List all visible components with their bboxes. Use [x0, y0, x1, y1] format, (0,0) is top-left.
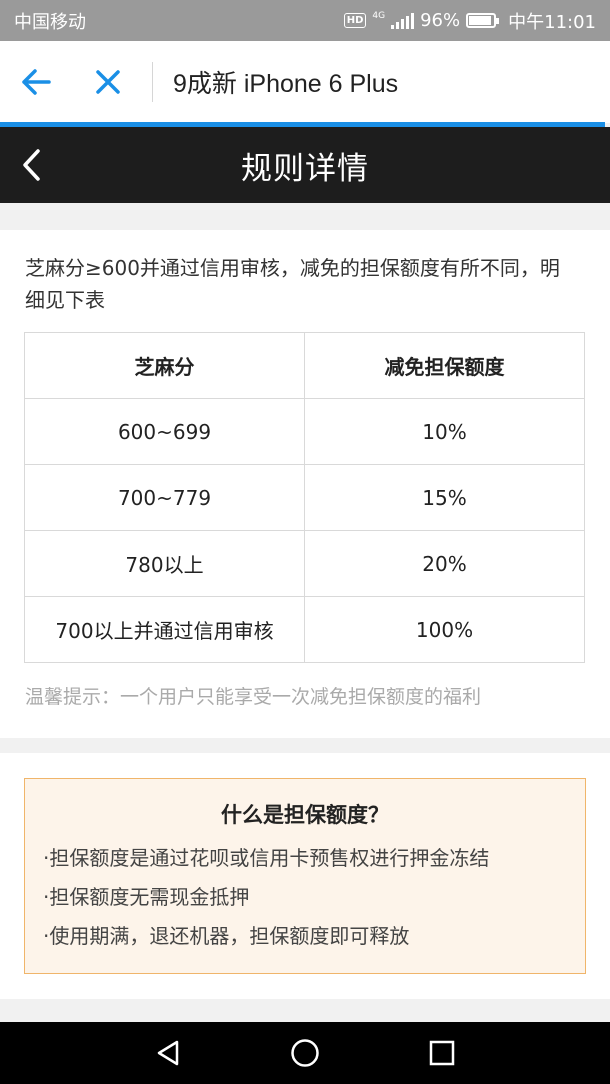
battery-percent: 96% — [420, 10, 461, 31]
home-circle-icon — [291, 1039, 319, 1067]
rules-header: 规则详情 — [0, 127, 610, 203]
chevron-left-icon — [23, 149, 40, 181]
rules-intro: 芝麻分≥600并通过信用审核，减免的担保额度有所不同，明细见下表 — [25, 256, 560, 312]
signal-icon — [391, 12, 415, 29]
tip-text: 温馨提示：一个用户只能享受一次减免担保额度的福利 — [25, 686, 482, 708]
score-cell: 700~779 — [24, 464, 305, 531]
clock: 中午11:01 — [508, 11, 596, 33]
header-back-button[interactable] — [14, 145, 48, 185]
carrier-name: 中国移动 — [14, 11, 86, 33]
arrow-left-icon — [22, 69, 51, 95]
hd-icon: HD — [343, 13, 367, 28]
score-cell: 600~699 — [24, 398, 305, 465]
system-recents-button[interactable] — [412, 1022, 472, 1084]
column-header: 减免担保额度 — [304, 332, 585, 399]
page-title: 9成新 iPhone 6 Plus — [173, 70, 399, 98]
discount-cell: 20% — [304, 530, 585, 597]
header-title: 规则详情 — [241, 150, 369, 187]
rules-card: 芝麻分≥600并通过信用审核，减免的担保额度有所不同，明细见下表 芝麻分 减免担… — [0, 230, 610, 738]
discount-cell: 15% — [304, 464, 585, 531]
browser-toolbar: 9成新 iPhone 6 Plus — [0, 41, 610, 123]
info-list: ·担保额度是通过花呗或信用卡预售权进行押金冻结 ·担保额度无需现金抵押 ·使用期… — [25, 839, 585, 956]
recents-square-icon — [429, 1040, 454, 1066]
status-icons: HD 4G 96% 中午11:01 — [343, 8, 596, 34]
score-cell: 780以上 — [24, 530, 305, 597]
table-row: 700以上并通过信用审核 100% — [24, 596, 585, 663]
back-triangle-icon — [158, 1040, 179, 1066]
info-card: 什么是担保额度？ ·担保额度是通过花呗或信用卡预售权进行押金冻结 ·担保额度无需… — [0, 753, 610, 999]
table-row: 600~699 10% — [24, 398, 585, 465]
browser-close-button[interactable] — [72, 41, 144, 123]
table-row: 780以上 20% — [24, 530, 585, 597]
discount-cell: 10% — [304, 398, 585, 465]
discount-cell: 100% — [304, 596, 585, 663]
status-bar: 中国移动 HD 4G 96% 中午11:01 — [0, 0, 610, 41]
battery-icon — [466, 13, 500, 28]
system-navigation-bar — [0, 1022, 610, 1084]
system-home-button[interactable] — [275, 1022, 335, 1084]
table-header-row: 芝麻分 减免担保额度 — [24, 332, 585, 399]
guarantee-info-box: 什么是担保额度？ ·担保额度是通过花呗或信用卡预售权进行押金冻结 ·担保额度无需… — [24, 778, 586, 974]
list-item: ·担保额度无需现金抵押 — [43, 885, 250, 909]
network-type: 4G — [372, 10, 386, 21]
info-title: 什么是担保额度？ — [221, 803, 389, 827]
score-cell: 700以上并通过信用审核 — [24, 596, 305, 663]
table-row: 700~779 15% — [24, 464, 585, 531]
rules-table: 芝麻分 减免担保额度 600~699 10% 700~779 15% 780以上… — [24, 332, 585, 663]
list-item: ·担保额度是通过花呗或信用卡预售权进行押金冻结 — [43, 846, 490, 870]
browser-back-button[interactable] — [0, 41, 72, 123]
list-item: ·使用期满，退还机器，担保额度即可释放 — [43, 924, 410, 948]
close-icon — [96, 70, 120, 94]
system-back-button[interactable] — [138, 1022, 198, 1084]
column-header: 芝麻分 — [24, 332, 305, 399]
